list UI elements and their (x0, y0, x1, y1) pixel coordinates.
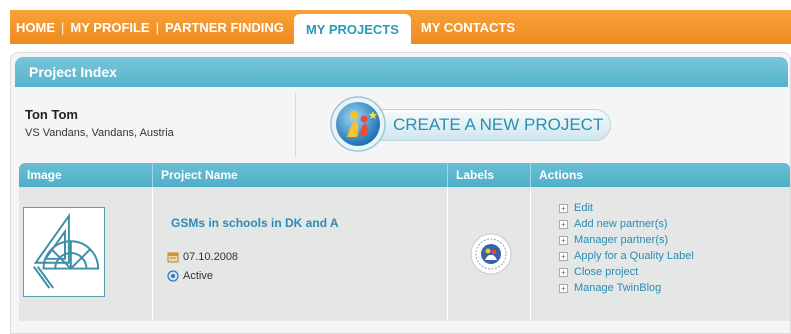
nav-my-projects[interactable]: MY PROJECTS (293, 14, 411, 44)
table-header: Image Project Name Labels Actions (19, 163, 790, 187)
create-button-label: CREATE A NEW PROJECT (393, 115, 604, 134)
project-name-cell: GSMs in schools in DK and A 07.10.2008 A… (153, 187, 448, 321)
quality-label-icon (470, 233, 512, 275)
column-labels: Labels (448, 163, 531, 187)
project-date-text: 07.10.2008 (183, 251, 239, 263)
action-close-project[interactable]: + Close project (559, 264, 694, 280)
top-navigation: HOME | MY PROFILE | PARTNER FINDING MY P… (10, 10, 791, 44)
column-image: Image (19, 163, 153, 187)
action-apply-quality-label[interactable]: + Apply for a Quality Label (559, 248, 694, 264)
action-manager-partner[interactable]: + Manager partner(s) (559, 232, 694, 248)
table-row: GSMs in schools in DK and A 07.10.2008 A… (19, 187, 790, 321)
nav-separator: | (61, 19, 65, 35)
project-name-link[interactable]: GSMs in schools in DK and A (171, 216, 339, 230)
nav-partner-finding[interactable]: PARTNER FINDING (159, 10, 290, 44)
nav-separator: | (155, 19, 159, 35)
create-new-project-button[interactable]: CREATE A NEW PROJECT (329, 95, 611, 155)
plus-icon: + (559, 267, 568, 277)
owner-name: Ton Tom (25, 107, 78, 122)
labels-cell (448, 187, 531, 321)
action-manage-twinblog[interactable]: + Manage TwinBlog (559, 280, 694, 296)
plus-icon: + (559, 235, 568, 245)
divider (295, 93, 296, 157)
action-edit[interactable]: + Edit (559, 200, 694, 216)
plus-icon: + (559, 219, 568, 229)
project-date: 07.10.2008 (167, 251, 238, 263)
project-index-panel: Project Index Ton Tom VS Vandans, Vandan… (10, 52, 791, 334)
status-active-icon (167, 270, 179, 282)
column-actions: Actions (539, 168, 584, 182)
globe-logo-icon (330, 96, 386, 152)
project-status: Active (167, 270, 213, 282)
panel-title: Project Index (15, 57, 788, 87)
nav-my-contacts[interactable]: MY CONTACTS (415, 10, 521, 44)
image-cell (19, 187, 153, 321)
owner-info: Ton Tom VS Vandans, Vandans, Austria (25, 107, 174, 139)
plus-icon: + (559, 283, 568, 293)
calendar-icon (167, 252, 179, 263)
owner-location: VS Vandans, Vandans, Austria (25, 127, 174, 139)
nav-my-profile[interactable]: MY PROFILE (64, 10, 155, 44)
actions-cell: + Edit + Add new partner(s) + Manager partn… (531, 187, 790, 321)
plus-icon: + (559, 203, 568, 213)
projects-table: Image Project Name Labels Actions GSMs i… (19, 163, 790, 333)
geometry-thumbnail-icon (23, 207, 105, 297)
project-status-text: Active (183, 270, 213, 282)
nav-home[interactable]: HOME (10, 10, 61, 44)
plus-icon: + (559, 251, 568, 261)
action-add-new-partner[interactable]: + Add new partner(s) (559, 216, 694, 232)
actions-list: + Edit + Add new partner(s) + Manager partn… (559, 200, 694, 296)
column-project-name: Project Name (153, 163, 448, 187)
